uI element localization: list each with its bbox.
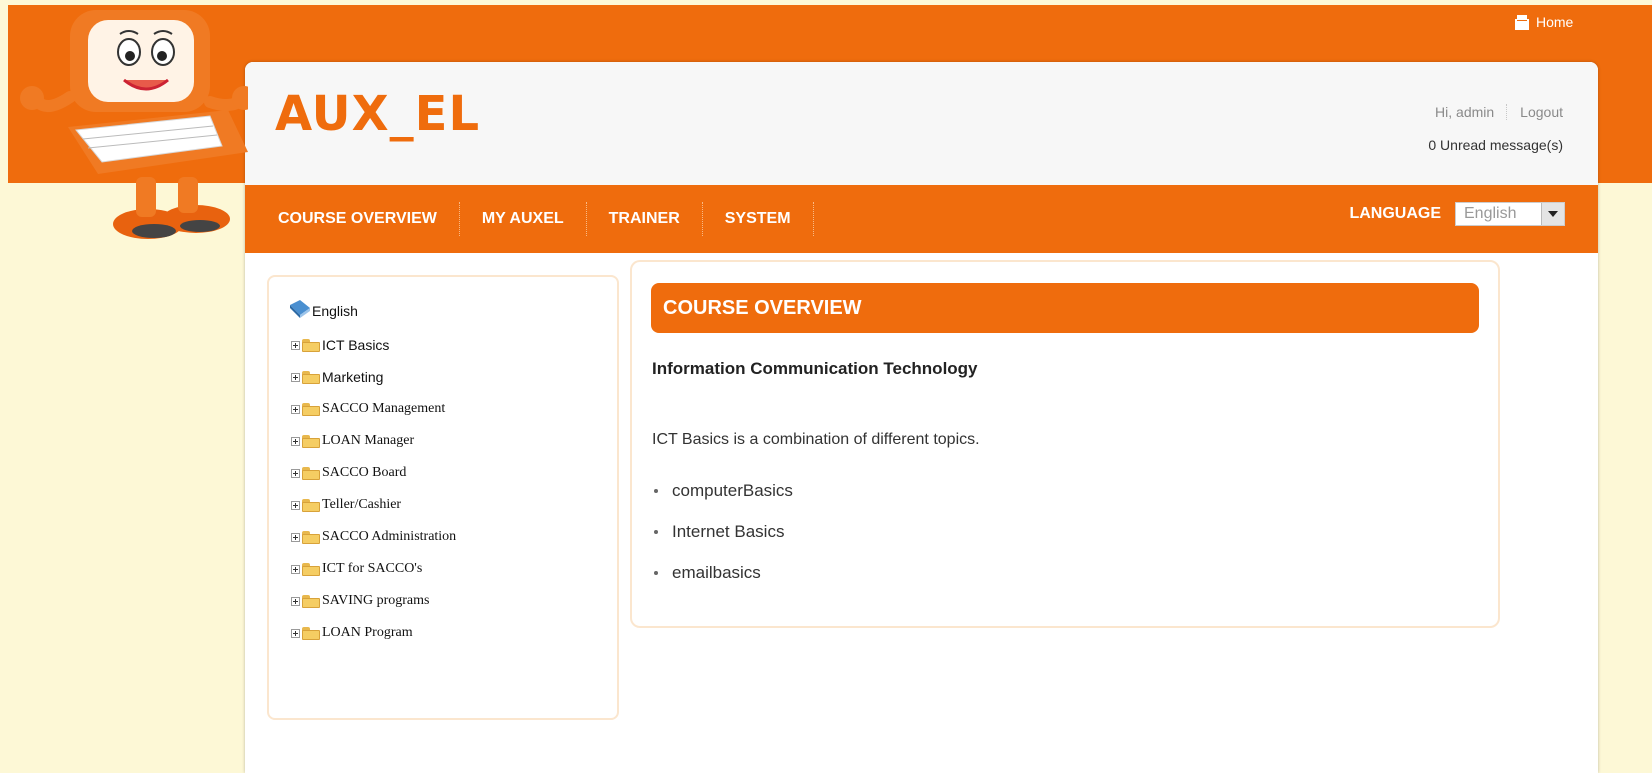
folder-icon xyxy=(302,466,320,480)
tree-item-label: Teller/Cashier xyxy=(322,497,402,512)
language-label: LANGUAGE xyxy=(1349,205,1441,222)
nav-trainer[interactable]: TRAINER xyxy=(587,202,703,236)
expand-icon[interactable] xyxy=(291,372,300,382)
tree-item-ict-for-saccos[interactable]: ICT for SACCO's xyxy=(291,553,456,585)
tree-item-label: ICT Basics xyxy=(322,337,390,353)
user-info: Hi, admin Logout xyxy=(1435,104,1563,120)
topic-item: emailbasics xyxy=(652,563,793,604)
language-picker: LANGUAGE English xyxy=(1349,202,1565,226)
home-icon xyxy=(1515,15,1529,30)
tree-root[interactable]: English xyxy=(288,299,358,319)
nav-my-auxel[interactable]: MY AUXEL xyxy=(460,202,587,236)
nav-course-overview[interactable]: COURSE OVERVIEW xyxy=(278,202,460,236)
site-header: AUX_EL Hi, admin Logout 0 Unread message… xyxy=(245,62,1598,185)
folder-icon xyxy=(302,594,320,608)
tree-item-label: LOAN Program xyxy=(322,625,413,640)
panel-title: COURSE OVERVIEW xyxy=(651,283,1479,333)
tree-item-loan-manager[interactable]: LOAN Manager xyxy=(291,425,456,457)
folder-icon xyxy=(302,626,320,640)
logout-link[interactable]: Logout xyxy=(1520,104,1563,120)
bullet-icon xyxy=(654,489,658,493)
language-selected-value: English xyxy=(1464,205,1517,222)
expand-icon[interactable] xyxy=(291,436,300,446)
home-link[interactable]: Home xyxy=(1514,14,1573,30)
tree-item-saving-programs[interactable]: SAVING programs xyxy=(291,585,456,617)
folder-icon xyxy=(302,402,320,416)
tree-item-sacco-administration[interactable]: SACCO Administration xyxy=(291,521,456,553)
tree-item-ict-basics[interactable]: ICT Basics xyxy=(291,329,456,361)
tree-item-label: LOAN Manager xyxy=(322,433,415,448)
tree-item-sacco-management[interactable]: SACCO Management xyxy=(291,393,456,425)
nav-system[interactable]: SYSTEM xyxy=(703,202,814,236)
nav-menu: COURSE OVERVIEW MY AUXEL TRAINER SYSTEM xyxy=(278,185,814,253)
topic-label: computerBasics xyxy=(672,481,793,500)
expand-icon[interactable] xyxy=(291,340,300,350)
expand-icon[interactable] xyxy=(291,628,300,638)
site-logo[interactable]: AUX_EL xyxy=(275,90,480,138)
expand-icon[interactable] xyxy=(291,404,300,414)
tree-item-teller-cashier[interactable]: Teller/Cashier xyxy=(291,489,456,521)
tree-item-label: Marketing xyxy=(322,369,384,385)
greeting-text: Hi, admin xyxy=(1435,104,1495,120)
dropdown-arrow-icon[interactable] xyxy=(1541,203,1564,225)
bullet-icon xyxy=(654,530,658,534)
course-overview-panel: COURSE OVERVIEW Information Communicatio… xyxy=(630,260,1500,628)
folder-icon xyxy=(302,562,320,576)
expand-icon[interactable] xyxy=(291,468,300,478)
main-container: AUX_EL Hi, admin Logout 0 Unread message… xyxy=(245,62,1598,773)
topic-list: computerBasics Internet Basics emailbasi… xyxy=(652,481,793,604)
tree-item-label: ICT for SACCO's xyxy=(322,561,423,576)
course-name: Information Communication Technology xyxy=(652,359,978,378)
topic-item: Internet Basics xyxy=(652,522,793,563)
tree-item-label: SAVING programs xyxy=(322,593,430,608)
expand-icon[interactable] xyxy=(291,500,300,510)
topic-label: emailbasics xyxy=(672,563,761,582)
tree-item-loan-program[interactable]: LOAN Program xyxy=(291,617,456,649)
tree-item-label: SACCO Board xyxy=(322,465,407,480)
user-separator xyxy=(1506,104,1508,120)
folder-icon xyxy=(302,370,320,384)
language-select[interactable]: English xyxy=(1455,202,1565,226)
folder-icon xyxy=(302,338,320,352)
topic-item: computerBasics xyxy=(652,481,793,522)
topic-label: Internet Basics xyxy=(672,522,785,541)
mascot-illustration xyxy=(20,10,248,239)
bullet-icon xyxy=(654,571,658,575)
folder-icon xyxy=(302,530,320,544)
expand-icon[interactable] xyxy=(291,596,300,606)
tree-item-sacco-board[interactable]: SACCO Board xyxy=(291,457,456,489)
expand-icon[interactable] xyxy=(291,532,300,542)
tree-item-marketing[interactable]: Marketing xyxy=(291,361,456,393)
folder-icon xyxy=(302,434,320,448)
unread-messages-link[interactable]: 0 Unread message(s) xyxy=(1428,137,1563,153)
course-tree-panel: English ICT Basics Marketing SACCO Manag… xyxy=(267,275,619,720)
expand-icon[interactable] xyxy=(291,564,300,574)
folder-icon xyxy=(302,498,320,512)
course-tree: ICT Basics Marketing SACCO Management LO… xyxy=(291,329,456,649)
tree-root-label: English xyxy=(312,303,358,319)
language-book-icon xyxy=(290,300,310,318)
course-description: ICT Basics is a combination of different… xyxy=(652,431,980,448)
main-navbar: COURSE OVERVIEW MY AUXEL TRAINER SYSTEM … xyxy=(245,185,1598,253)
tree-item-label: SACCO Management xyxy=(322,401,446,416)
tree-item-label: SACCO Administration xyxy=(322,529,457,544)
home-label: Home xyxy=(1536,14,1574,30)
